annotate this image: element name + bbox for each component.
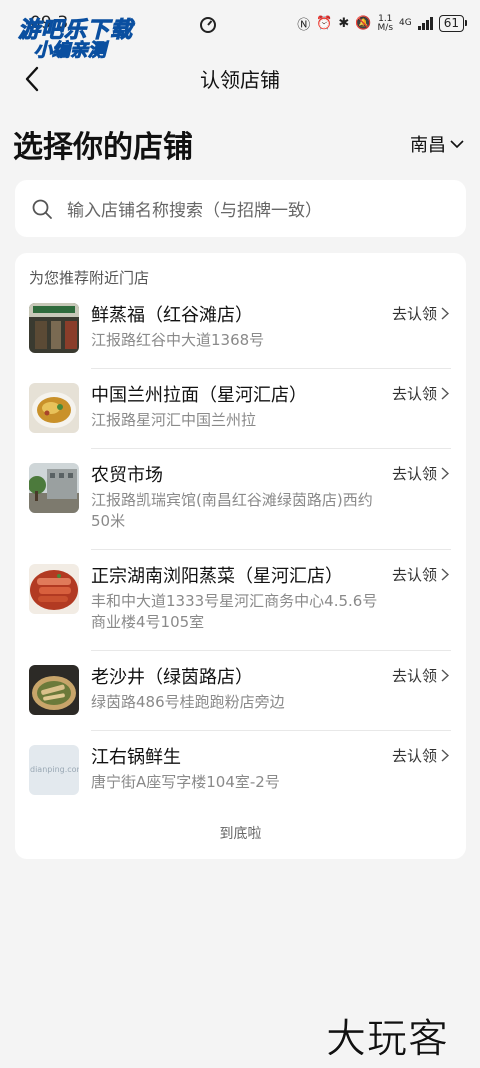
claim-button[interactable]: 去认领 [392, 745, 449, 766]
search-placeholder: 输入店铺名称搜索（与招牌一致） [67, 201, 322, 221]
chevron-right-icon [441, 387, 449, 400]
divider [91, 730, 451, 731]
store-name: 江右锅鲜生 [91, 747, 181, 768]
chevron-right-icon [441, 467, 449, 480]
bluetooth-icon: ✱ [338, 16, 350, 31]
mute-icon: 🔕 [355, 16, 372, 31]
chevron-right-icon [441, 568, 449, 581]
battery-icon: 61 [438, 15, 468, 32]
nav-bar: 认领店铺 [0, 52, 480, 108]
list-item[interactable]: 老沙井（绿茵路店） 绿茵路486号桂跑跑粉店旁边 去认领 [29, 665, 451, 715]
store-name: 中国兰州拉面（星河汇店） [91, 385, 307, 406]
speedometer-icon [200, 17, 216, 33]
chevron-down-icon [450, 140, 464, 149]
store-address: 丰和中大道1333号星河汇商务中心4.5.6号商业楼4号105室 [91, 592, 378, 631]
store-thumbnail [29, 564, 79, 614]
claim-button[interactable]: 去认领 [392, 564, 449, 585]
list-heading: 为您推荐附近门店 [29, 269, 150, 287]
claim-button[interactable]: 去认领 [392, 383, 449, 404]
store-address: 江报路红谷中大道1368号 [91, 331, 265, 349]
status-icons: Ⓝ ⏰ ✱ 🔕 1.1 M/s 4G 61 [297, 13, 468, 33]
search-input[interactable]: 输入店铺名称搜索（与招牌一致） [15, 180, 466, 237]
list-item[interactable]: 农贸市场 江报路凯瑞宾馆(南昌红谷滩绿茵路店)西约50米 去认领 [29, 463, 451, 535]
divider [91, 650, 451, 651]
list-item[interactable]: 中国兰州拉面（星河汇店） 江报路星河汇中国兰州拉 去认领 [29, 383, 451, 433]
list-end-text: 到底啦 [219, 826, 262, 842]
store-thumbnail [29, 383, 79, 433]
city-selector[interactable]: 南昌 [410, 131, 464, 157]
nav-title: 认领店铺 [200, 68, 280, 92]
store-address: 唐宁街A座写字楼104室-2号 [91, 773, 280, 791]
chevron-right-icon [441, 307, 449, 320]
store-list-card: 为您推荐附近门店 鲜蒸福（红谷滩店） 江报路红谷中大道1368号 去认领 中国兰… [15, 253, 466, 859]
chevron-right-icon [441, 669, 449, 682]
alarm-icon: ⏰ [316, 16, 333, 31]
divider [91, 549, 451, 550]
brand-watermark: 大玩客 [326, 1016, 449, 1063]
list-item[interactable]: 正宗湖南浏阳蒸菜（星河汇店） 丰和中大道1333号星河汇商务中心4.5.6号商业… [29, 564, 451, 636]
signal-icon [417, 17, 433, 30]
list-item[interactable]: 鲜蒸福（红谷滩店） 江报路红谷中大道1368号 去认领 [29, 303, 451, 353]
store-address: 江报路凯瑞宾馆(南昌红谷滩绿茵路店)西约50米 [91, 491, 373, 530]
page-title: 选择你的店铺 [13, 130, 193, 165]
divider [91, 448, 451, 449]
list-item[interactable]: dianping.com 江右锅鲜生 唐宁街A座写字楼104室-2号 去认领 [29, 745, 451, 795]
store-name: 鲜蒸福（红谷滩店） [91, 305, 253, 326]
net-speed: 1.1 M/s [377, 13, 394, 33]
store-name: 老沙井（绿茵路店） [91, 667, 253, 688]
store-name: 正宗湖南浏阳蒸菜（星河汇店） [91, 566, 343, 587]
city-label: 南昌 [410, 135, 446, 156]
store-thumbnail: dianping.com [29, 745, 79, 795]
store-address: 绿茵路486号桂跑跑粉店旁边 [91, 693, 285, 711]
store-name: 农贸市场 [91, 465, 163, 486]
store-thumbnail [29, 665, 79, 715]
store-address: 江报路星河汇中国兰州拉 [91, 411, 257, 429]
nfc-icon: Ⓝ [297, 18, 311, 33]
store-thumbnail [29, 303, 79, 353]
claim-button[interactable]: 去认领 [392, 665, 449, 686]
divider [91, 368, 451, 369]
chevron-right-icon [441, 749, 449, 762]
claim-button[interactable]: 去认领 [392, 303, 449, 324]
claim-button[interactable]: 去认领 [392, 463, 449, 484]
status-bar: 09:3 游吧乐下载 小编亲测 Ⓝ ⏰ ✱ 🔕 1.1 M/s 4G 61 [0, 0, 480, 62]
store-thumbnail [29, 463, 79, 513]
thumbnail-watermark: dianping.com [30, 765, 79, 774]
search-icon [32, 199, 52, 219]
signal-type: 4G [399, 18, 412, 28]
